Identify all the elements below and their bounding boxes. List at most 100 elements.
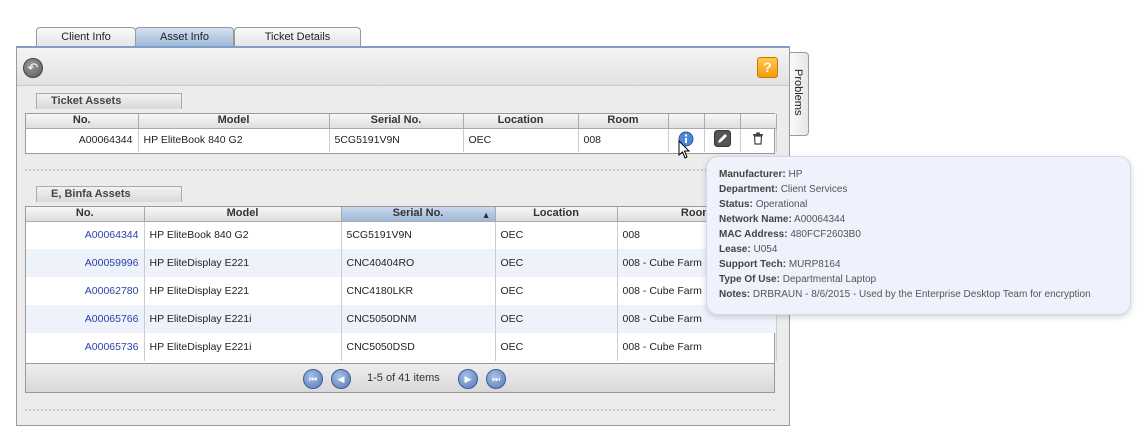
back-button[interactable]: ↶ [23, 58, 43, 78]
column-header-no[interactable]: No. [26, 114, 139, 129]
table-row: A00064344 HP EliteBook 840 G2 5CG5191V9N… [26, 221, 777, 249]
tooltip-field-value: Departmental Laptop [782, 274, 877, 285]
asset-details-tooltip: Manufacturer: HP Department: Client Serv… [706, 156, 1131, 315]
previous-page-icon: ◀ [337, 374, 345, 384]
asset-location: OEC [495, 333, 618, 361]
next-page-icon: ▶ [464, 374, 472, 384]
asset-model: HP EliteBook 840 G2 [138, 128, 330, 152]
tooltip-field: Department: Client Services [719, 184, 847, 197]
table-row: A00065766 HP EliteDisplay E221i CNC5050D… [26, 305, 777, 333]
tooltip-field: Status: Operational [719, 199, 807, 212]
asset-model: HP EliteDisplay E221i [144, 333, 342, 361]
pager-status: 1-5 of 41 items [367, 372, 440, 384]
tooltip-field-value: 480FCF2603B0 [790, 229, 861, 240]
asset-serial: CNC5050DSD [341, 333, 496, 361]
asset-room: 008 - Cube Farm [617, 333, 777, 361]
table-row: A00065736 HP EliteDisplay E221i CNC5050D… [26, 333, 777, 361]
first-page-icon: ⏮ [308, 374, 318, 384]
ticket-assets-header-row: No. Model Serial No. Location Room [26, 114, 777, 129]
tooltip-field-value: U054 [753, 244, 778, 255]
asset-number: A00064344 [26, 221, 145, 249]
section-divider [25, 169, 775, 171]
column-header-delete [740, 114, 777, 129]
asset-number-link[interactable]: A00065766 [85, 313, 139, 325]
mouse-cursor-icon [678, 140, 691, 159]
tooltip-field-label: Department: [719, 184, 778, 195]
asset-serial: 5CG5191V9N [341, 221, 496, 249]
asset-serial: CNC40404RO [341, 249, 496, 277]
column-header-serial[interactable]: Serial No. ▲ [341, 207, 496, 222]
asset-model: HP EliteDisplay E221i [144, 305, 342, 333]
asset-model: HP EliteDisplay E221 [144, 249, 342, 277]
tab-client-info[interactable]: Client Info [36, 27, 136, 47]
column-header-location[interactable]: Location [495, 207, 618, 222]
tooltip-field: Type Of Use: Departmental Laptop [719, 274, 876, 287]
asset-room: 008 [578, 128, 669, 152]
pager: ⏮ ◀ 1-5 of 41 items ▶ ⏭ [25, 364, 775, 393]
tooltip-field-label: Status: [719, 199, 753, 210]
asset-location: OEC [495, 221, 618, 249]
user-assets-grid: No. Model Serial No. ▲ Location Room A00… [25, 206, 777, 364]
asset-serial: 5CG5191V9N [329, 128, 464, 152]
asset-model: HP EliteDisplay E221 [144, 277, 342, 305]
tooltip-field-value: MURP8164 [788, 259, 841, 270]
tooltip-field-label: Network Name: [719, 214, 792, 225]
asset-number-link[interactable]: A00064344 [85, 229, 139, 241]
column-header-room[interactable]: Room [578, 114, 669, 129]
ticket-assets-heading: Ticket Assets [36, 93, 182, 109]
tooltip-field-label: Manufacturer: [719, 169, 786, 180]
tooltip-field-label: Lease: [719, 244, 751, 255]
tooltip-field: Notes: DRBRAUN - 8/6/2015 - Used by the … [719, 289, 1091, 302]
column-header-serial-label: Serial No. [392, 207, 444, 220]
tab-ticket-details[interactable]: Ticket Details [234, 27, 361, 47]
column-header-model[interactable]: Model [138, 114, 330, 129]
tooltip-field-value: A00064344 [794, 214, 846, 225]
asset-location: OEC [495, 249, 618, 277]
last-page-icon: ⏭ [491, 374, 501, 384]
previous-page-button[interactable]: ◀ [331, 369, 351, 389]
asset-number-link[interactable]: A00065736 [85, 341, 139, 353]
first-page-button[interactable]: ⏮ [303, 369, 323, 389]
tooltip-field-label: Type Of Use: [719, 274, 780, 285]
tooltip-field: Support Tech: MURP8164 [719, 259, 841, 272]
ticket-assets-grid: No. Model Serial No. Location Room A0006… [25, 113, 777, 154]
tooltip-field-value: DRBRAUN - 8/6/2015 - Used by the Enterpr… [752, 289, 1091, 300]
problems-side-tab-label: Problems [792, 69, 804, 116]
asset-serial: CNC5050DNM [341, 305, 496, 333]
asset-number: A00064344 [26, 128, 139, 152]
column-header-no[interactable]: No. [26, 207, 145, 222]
asset-location: OEC [495, 277, 618, 305]
problems-side-tab[interactable]: Problems [790, 52, 809, 136]
tab-asset-info[interactable]: Asset Info [135, 27, 234, 47]
column-header-model[interactable]: Model [144, 207, 342, 222]
asset-number-link[interactable]: A00062780 [85, 285, 139, 297]
tooltip-field: MAC Address: 480FCF2603B0 [719, 229, 861, 242]
tooltip-field-value: Client Services [780, 184, 848, 195]
asset-number: A00062780 [26, 277, 145, 305]
section-divider [25, 409, 775, 411]
edit-pencil-icon[interactable] [713, 130, 731, 148]
asset-number: A00065736 [26, 333, 145, 361]
asset-number: A00065766 [26, 305, 145, 333]
next-page-button[interactable]: ▶ [458, 369, 478, 389]
back-arrow-icon: ↶ [27, 60, 39, 75]
tooltip-field: Manufacturer: HP [719, 169, 802, 182]
help-button[interactable]: ? [757, 57, 778, 78]
asset-number-link[interactable]: A00059996 [85, 257, 139, 269]
column-header-location[interactable]: Location [463, 114, 579, 129]
trash-icon[interactable] [752, 132, 764, 145]
asset-serial: CNC4180LKR [341, 277, 496, 305]
column-header-info [668, 114, 705, 129]
tooltip-field-label: Support Tech: [719, 259, 787, 270]
tooltip-field: Lease: U054 [719, 244, 777, 257]
panel-toolbar: ↶ ? [17, 48, 789, 86]
asset-model: HP EliteBook 840 G2 [144, 221, 342, 249]
tooltip-field-label: MAC Address: [719, 229, 788, 240]
last-page-button[interactable]: ⏭ [486, 369, 506, 389]
edit-cell [704, 128, 741, 152]
tooltip-field-value: HP [788, 169, 803, 180]
column-header-serial[interactable]: Serial No. [329, 114, 464, 129]
table-row: A00064344 HP EliteBook 840 G2 5CG5191V9N… [26, 128, 777, 152]
table-row: A00062780 HP EliteDisplay E221 CNC4180LK… [26, 277, 777, 305]
asset-number: A00059996 [26, 249, 145, 277]
